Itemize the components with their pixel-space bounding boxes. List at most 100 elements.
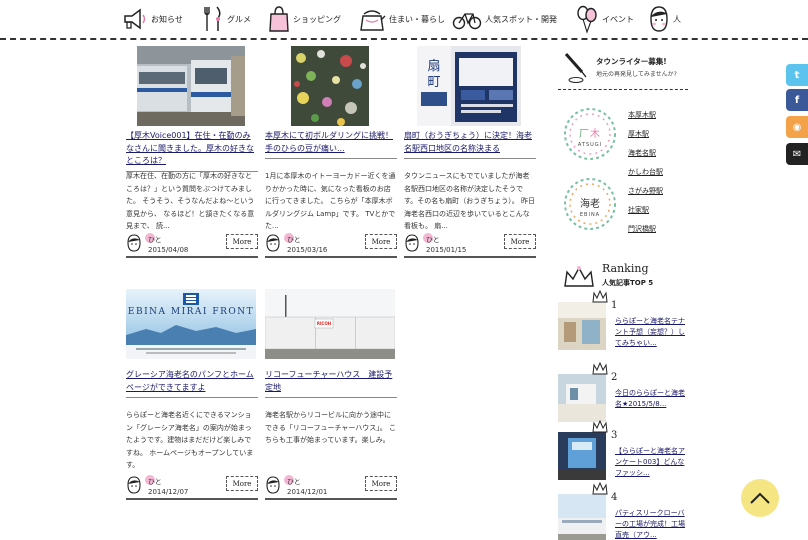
ranking-item[interactable]: 4 パティスリークローバーの工場が完成！工場直売（アウ... — [558, 482, 686, 540]
station-link[interactable]: 厚木駅 — [628, 129, 649, 139]
article-title[interactable]: グレーシア海老名のパンフとホームページができてますよ — [126, 369, 258, 398]
ranking-header: Ranking 人気記事TOP 5 — [558, 258, 688, 294]
nav-item-spots[interactable]: 人気スポット・開発 — [452, 0, 557, 38]
ebina-mirai-front-banner[interactable]: EBINA MIRAI FRONT — [126, 289, 256, 359]
ebina-label: EBINA — [579, 212, 601, 218]
writer-recruit[interactable]: タウンライター募集! 地元の再発見してみませんか? — [558, 44, 688, 90]
rss-icon[interactable]: ◉ — [786, 116, 808, 138]
author-name[interactable]: ひと — [426, 235, 440, 245]
person-face-icon — [650, 6, 668, 32]
svg-text:町: 町 — [427, 75, 440, 90]
svg-text:厂: 厂 — [579, 129, 589, 140]
rank-title[interactable]: 今日のららぽーと海老名★2015/5/8... — [615, 388, 685, 410]
article-title[interactable]: 扇町（おうぎちょう）に決定！海老名駅西口地区の名称決まる — [404, 130, 536, 159]
bicycle-icon — [452, 13, 482, 30]
nav-label-news: お知らせ — [151, 14, 183, 24]
sign-text: RICOH — [316, 321, 332, 326]
rank-title[interactable]: パティスリークローバーの工場が完成！工場直売（アウ... — [615, 508, 685, 540]
author-name[interactable]: ひと — [148, 477, 162, 487]
nav-item-shopping[interactable]: ショッピング — [268, 0, 341, 38]
ranking-thumbnail[interactable] — [558, 302, 606, 350]
nav-label-living: 住まい・暮らし — [389, 14, 445, 24]
global-nav: お知らせ グルメ ショッピング 住まい・暮らし 人気スポット・開発 イベント 人 — [0, 0, 808, 40]
article-footer: ひと 2015/03/16 More — [265, 233, 397, 258]
station-link[interactable]: 海老名駅 — [628, 148, 656, 158]
more-button[interactable]: More — [504, 234, 536, 249]
crown-icon — [564, 266, 594, 287]
station-link[interactable]: さがみ野駅 — [628, 186, 663, 196]
nav-label-gourmet: グルメ — [227, 14, 251, 24]
author-avatar-icon — [266, 476, 280, 494]
ranking-thumbnail[interactable] — [558, 494, 606, 540]
article-title[interactable]: 本厚木にて初ボルダリングに挑戦！手のひらの豆が痛い... — [265, 130, 397, 159]
pen-icon — [564, 53, 587, 83]
megaphone-icon — [124, 8, 146, 30]
rank-title[interactable]: ららぽーと海老名テナント予想（妄想？）してみちゃい... — [615, 316, 685, 349]
train-photo[interactable] — [137, 46, 245, 126]
rank-number: 1 — [611, 300, 618, 311]
facebook-icon[interactable]: f — [786, 89, 808, 111]
ebina-badge: 海老 EBINA — [562, 176, 618, 232]
climbing-wall-photo[interactable] — [291, 46, 369, 126]
article-excerpt: 海老名駅からリコービルに向かう途中にできる「リコーフューチャーハウス」。 こちら… — [265, 411, 396, 444]
ranking-item[interactable]: 3 【ららぽーと海老名アンケート003】どんなファッシ... — [558, 420, 686, 482]
rank-number: 4 — [611, 492, 618, 503]
article-excerpt: 厚木在住、在勤の方に「厚木の好きなところは？」という質問をぶつけてみました。 そ… — [126, 172, 255, 230]
article-title[interactable]: 【厚木Voice001】在住・在勤のみなさんに聞きました。厚木の好きなところは？ — [126, 130, 258, 172]
rank-crown-icon — [592, 362, 608, 375]
nav-item-people[interactable]: 人 — [648, 0, 681, 38]
author-name[interactable]: ひと — [287, 477, 301, 487]
balloons-icon — [577, 5, 597, 34]
chevron-up-icon — [750, 492, 770, 504]
article-date: 2015/01/15 — [426, 246, 467, 254]
more-button[interactable]: More — [365, 234, 397, 249]
ranking-item[interactable]: 1 ららぽーと海老名テナント予想（妄想？）してみちゃい... — [558, 290, 686, 352]
construction-site-photo[interactable]: RICOH — [265, 289, 395, 359]
rank-title[interactable]: 【ららぽーと海老名アンケート003】どんなファッシ... — [615, 446, 685, 479]
station-link[interactable]: かしわ台駅 — [628, 167, 663, 177]
nav-label-events: イベント — [602, 14, 634, 24]
fork-knife-icon — [204, 6, 221, 31]
ranking-subtitle: 人気記事TOP 5 — [602, 279, 654, 287]
more-button[interactable]: More — [226, 234, 258, 249]
article-footer: ひと 2015/01/15 More — [404, 233, 536, 258]
svg-text:扇: 扇 — [427, 58, 440, 74]
more-button[interactable]: More — [365, 476, 397, 491]
kettle-icon — [360, 10, 386, 31]
article-title[interactable]: リコーフューチャーハウス 建設予定地 — [265, 369, 397, 398]
rank-number: 3 — [611, 430, 618, 441]
nav-label-spots: 人気スポット・開発 — [485, 14, 557, 24]
nav-label-people: 人 — [673, 14, 681, 24]
nav-item-events[interactable]: イベント — [575, 0, 634, 38]
station-link[interactable]: 社家駅 — [628, 205, 649, 215]
article-excerpt: ららぽーと海老名近くにできるマンション「グレーシア海老名」の案内が始まったようで… — [126, 411, 254, 469]
more-button[interactable]: More — [226, 476, 258, 491]
ranking-item[interactable]: 2 今日のららぽーと海老名★2015/5/8... — [558, 362, 686, 424]
author-name[interactable]: ひと — [148, 235, 162, 245]
article-excerpt: 1月に本厚木のイトーヨーカドー近くを通りかかった時に、気になった看板のお店に行っ… — [265, 172, 396, 230]
ranking-title: Ranking — [602, 262, 649, 275]
atsugi-badge: 厂木 ATSUGI — [562, 106, 618, 162]
station-link[interactable]: 本厚木駅 — [628, 110, 656, 120]
rank-number: 2 — [611, 372, 618, 383]
mail-icon[interactable]: ✉ — [786, 143, 808, 165]
nav-item-gourmet[interactable]: グルメ — [202, 0, 251, 38]
ranking-thumbnail[interactable] — [558, 374, 606, 422]
back-to-top-button[interactable] — [741, 479, 779, 517]
author-name[interactable]: ひと — [287, 235, 301, 245]
rank-crown-icon — [592, 482, 608, 495]
twitter-icon[interactable]: t — [786, 64, 808, 86]
svg-text:海老: 海老 — [580, 197, 600, 210]
atsugi-label: ATSUGI — [577, 142, 603, 148]
sign-photo[interactable]: 扇町 — [417, 46, 521, 126]
nav-item-living[interactable]: 住まい・暮らし — [358, 0, 445, 38]
author-avatar-icon — [127, 476, 141, 494]
station-link[interactable]: 門沢橋駅 — [628, 224, 656, 234]
author-avatar-icon — [127, 234, 141, 252]
ranking-thumbnail[interactable] — [558, 432, 606, 480]
article-footer: ひと 2014/12/01 More — [265, 475, 397, 500]
writer-subtitle: 地元の再発見してみませんか? — [596, 71, 677, 78]
author-avatar-icon — [405, 234, 419, 252]
nav-item-news[interactable]: お知らせ — [122, 0, 183, 38]
article-excerpt: タウンニュースにもでていましたが海老名駅西口地区の名称が決定したそうです。その名… — [404, 172, 536, 230]
